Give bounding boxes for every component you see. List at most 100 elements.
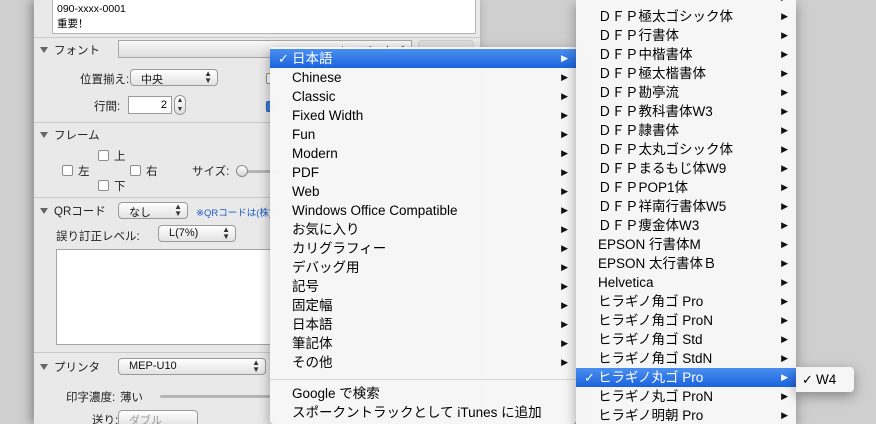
error-level-label: 誤り訂正レベル:	[56, 231, 140, 243]
submenu-arrow-icon: ▶	[781, 410, 788, 420]
frame-size-slider-knob[interactable]	[236, 165, 248, 177]
font-item[interactable]: ＤＦＰ痩金体W3 ▶	[576, 216, 796, 235]
font-section-header[interactable]: フォント	[40, 42, 100, 58]
frame-section-header[interactable]: フレーム	[40, 127, 100, 143]
updown-arrows-icon: ▲ ▼	[204, 69, 212, 85]
font-item[interactable]: ＤＦＰまるもじ体W9 ▶	[576, 159, 796, 178]
frame-left-checkbox[interactable]	[62, 165, 73, 176]
submenu-arrow-icon: ▶	[781, 144, 788, 154]
menu-item-modern[interactable]: Modern ▶	[270, 144, 576, 163]
checkmark-icon: ✓	[278, 51, 289, 66]
menu-item-fixed-width[interactable]: Fixed Width ▶	[270, 106, 576, 125]
menu-item-web[interactable]: Web ▶	[270, 182, 576, 201]
font-item[interactable]: ヒラギノ角ゴ Pro ▶	[576, 292, 796, 311]
updown-arrows-icon: ▲ ▼	[222, 225, 230, 241]
font-item[interactable]: ヒラギノ丸ゴ ProN ▶	[576, 387, 796, 406]
qr-type-popup[interactable]: なし ▲ ▼	[118, 202, 188, 219]
menu-item-japanese[interactable]: ✓ 日本語 ▶	[270, 49, 576, 68]
font-item[interactable]: EPSON 太行書体Ｂ ▶	[576, 254, 796, 273]
submenu-arrow-icon: ▶	[561, 281, 568, 291]
submenu-arrow-icon: ▶	[781, 391, 788, 401]
menu-item-pdf[interactable]: PDF ▶	[270, 163, 576, 182]
font-item[interactable]: ヒラギノ角ゴ Std ▶	[576, 330, 796, 349]
font-item[interactable]: EPSON 行書体M ▶	[576, 235, 796, 254]
line-spacing-label: 行間:	[94, 101, 121, 113]
submenu-arrow-icon: ▶	[561, 357, 568, 367]
submenu-arrow-icon: ▶	[781, 220, 788, 230]
submenu-arrow-icon: ▶	[781, 30, 788, 40]
submenu-arrow-icon: ▶	[561, 148, 568, 158]
font-item[interactable]: ＤＦＰ教科書体W3 ▶	[576, 102, 796, 121]
alignment-popup[interactable]: 中央 ▲ ▼	[130, 69, 218, 86]
menu-item-windows-office[interactable]: Windows Office Compatible ▶	[270, 201, 576, 220]
line-spacing-input[interactable]: 2	[128, 96, 172, 114]
font-item[interactable]: ＤＦＰ中楷書体 ▶	[576, 45, 796, 64]
menu-item-fixed-width-ja[interactable]: 固定幅 ▶	[270, 296, 576, 315]
menu-item-japanese-2[interactable]: 日本語 ▶	[270, 315, 576, 334]
menu-item-google-search[interactable]: Google で検索	[270, 384, 576, 403]
font-item[interactable]: ＤＦＰ極太ゴシック体 ▶	[576, 7, 796, 26]
font-item-selected[interactable]: ✓ ヒラギノ丸ゴ Pro ▶	[576, 368, 796, 387]
print-density-slider[interactable]	[160, 395, 270, 398]
menu-item-handwriting[interactable]: 筆記体 ▶	[270, 334, 576, 353]
font-item[interactable]: Helvetica ▶	[576, 273, 796, 292]
submenu-arrow-icon: ▶	[561, 129, 568, 139]
feed-popup[interactable]: ダブル	[118, 410, 198, 424]
font-item[interactable]: ヒラギノ角ゴ ProN ▶	[576, 311, 796, 330]
qr-section-header[interactable]: QRコード	[40, 203, 106, 219]
font-item[interactable]: ＤＦＰ極太楷書体 ▶	[576, 64, 796, 83]
frame-top-checkbox[interactable]	[98, 150, 109, 161]
font-item[interactable]: ＤＦＰ祥南行書体W5 ▶	[576, 197, 796, 216]
submenu-arrow-icon: ▶	[781, 277, 788, 287]
submenu-arrow-icon: ▶	[561, 205, 568, 215]
text-line-1: 090-xxxx-0001	[57, 3, 126, 15]
submenu-arrow-icon: ▶	[781, 0, 788, 7]
submenu-arrow-icon: ▶	[561, 262, 568, 272]
checkmark-icon: ✓	[802, 372, 813, 387]
frame-right-checkbox[interactable]	[130, 165, 141, 176]
print-density-value: 薄い	[120, 392, 143, 404]
menu-item-chinese[interactable]: Chinese ▶	[270, 68, 576, 87]
qr-note-link[interactable]: ※QRコードは(株)デ	[196, 205, 282, 219]
frame-right-label: 右	[146, 166, 158, 178]
frame-size-label: サイズ:	[192, 166, 230, 178]
submenu-arrow-icon: ▶	[561, 167, 568, 177]
menu-item-add-to-itunes[interactable]: スポークントラックとして iTunes に追加	[270, 403, 576, 422]
printer-popup[interactable]: MEP-U10 ▲ ▼	[118, 358, 266, 375]
submenu-arrow-icon: ▶	[561, 243, 568, 253]
qr-content-area[interactable]	[56, 249, 276, 345]
menu-item-favorites[interactable]: お気に入り ▶	[270, 220, 576, 239]
menu-item-classic[interactable]: Classic ▶	[270, 87, 576, 106]
label-text-area[interactable]: 090-xxxx-0001 重要！	[52, 0, 476, 34]
menu-separator	[270, 379, 576, 380]
frame-bottom-checkbox[interactable]	[98, 180, 109, 191]
submenu-arrow-icon: ▶	[561, 319, 568, 329]
font-category-menu: ✓ 日本語 ▶ Chinese ▶ Classic ▶ Fixed Width ▶ Fun…	[270, 47, 576, 424]
font-item[interactable]: ヒラギノ角ゴ StdN ▶	[576, 349, 796, 368]
menu-item-calligraphy[interactable]: カリグラフィー ▶	[270, 239, 576, 258]
menu-item-other[interactable]: その他 ▶	[270, 353, 576, 372]
font-item[interactable]: ＤＦＰPOP1体 ▶	[576, 178, 796, 197]
menu-item-fun[interactable]: Fun ▶	[270, 125, 576, 144]
submenu-arrow-icon: ▶	[781, 182, 788, 192]
menu-item-symbols[interactable]: 記号 ▶	[270, 277, 576, 296]
printer-section-header[interactable]: プリンタ	[40, 359, 100, 375]
submenu-arrow-icon: ▶	[781, 372, 788, 382]
submenu-arrow-icon: ▶	[781, 315, 788, 325]
submenu-arrow-icon: ▶	[781, 296, 788, 306]
submenu-arrow-icon: ▶	[561, 91, 568, 101]
menu-item-debug[interactable]: デバッグ用 ▶	[270, 258, 576, 277]
submenu-arrow-icon: ▶	[781, 106, 788, 116]
line-spacing-stepper[interactable]: ▲ ▼	[174, 95, 186, 115]
font-item[interactable]: ＤＦＰ太丸ゴシック体 ▶	[576, 140, 796, 159]
font-item-partial[interactable]: ▶	[576, 0, 796, 7]
checkmark-icon: ✓	[584, 370, 595, 385]
submenu-arrow-icon: ▶	[781, 258, 788, 268]
font-item[interactable]: ＤＦＰ勘亭流 ▶	[576, 83, 796, 102]
font-item[interactable]: ヒラギノ明朝 Pro ▶	[576, 406, 796, 424]
font-item[interactable]: ＤＦＰ隷書体 ▶	[576, 121, 796, 140]
error-level-popup[interactable]: L(7%) ▲ ▼	[158, 225, 236, 242]
weight-item-w4[interactable]: ✓ W4	[796, 370, 854, 389]
font-item[interactable]: ＤＦＰ行書体 ▶	[576, 26, 796, 45]
submenu-arrow-icon: ▶	[561, 110, 568, 120]
